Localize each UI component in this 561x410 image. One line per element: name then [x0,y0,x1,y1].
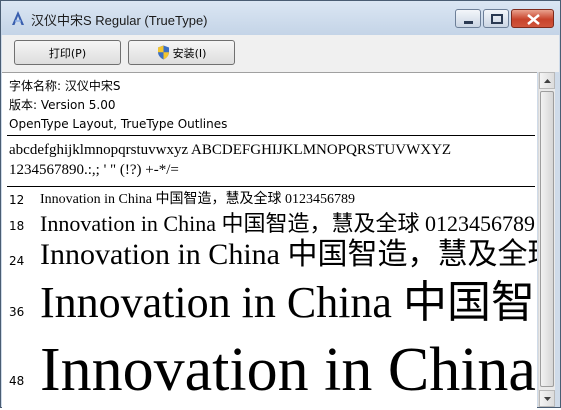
print-button[interactable]: 打印(P) [14,40,121,65]
font-version-line: 版本: Version 5.00 [9,98,116,112]
size-label: 12 [9,193,25,207]
font-info: 字体名称: 汉仪中宋S 版本: Version 5.00 OpenType La… [9,77,227,134]
scrollbar-thumb[interactable] [540,91,554,387]
minimize-icon [464,21,473,24]
shield-icon [157,45,169,60]
close-button[interactable] [511,9,554,28]
install-button-label: 安装(I) [172,46,207,60]
scroll-up-button[interactable] [539,72,555,89]
charset-symbols: 1234567890.:,; ' " (!?) +-*/= [9,162,179,178]
character-set: abcdefghijklmnopqrstuvwxyz ABCDEFGHIJKLM… [9,140,451,180]
sample-text: Innovation in China 中国智造，慧及全球 0123456789 [40,278,537,327]
maximize-icon [491,14,503,24]
sample-text: Innovation in China 中国智造，慧及全球 0123456789 [40,238,537,271]
divider [7,186,535,187]
font-name-line: 字体名称: 汉仪中宋S [9,79,121,93]
chevron-up-icon [544,79,551,83]
toolbar: 打印(P) 安装(I) [2,35,559,72]
sample-text: Innovation in China 中国智造，慧及全球 0123456789 [40,211,535,236]
size-label: 24 [9,254,25,268]
install-button[interactable]: 安装(I) [128,40,235,65]
close-icon [527,14,540,25]
chevron-down-icon [544,397,551,401]
minimize-button[interactable] [455,9,481,28]
size-label: 18 [9,219,25,233]
charset-letters: abcdefghijklmnopqrstuvwxyz ABCDEFGHIJKLM… [9,142,452,158]
window-title: 汉仪中宋S Regular (TrueType) [31,13,208,28]
sample-text: Innovation in China 中国智造，慧及全球 0123456789 [40,336,537,404]
font-viewer-window: 汉仪中宋S Regular (TrueType) 打印(P) 安装(I) 字体名… [0,0,561,408]
divider [7,135,535,136]
maximize-button[interactable] [483,9,509,28]
print-button-label: 打印(P) [48,46,87,60]
font-preview-pane: 字体名称: 汉仪中宋S 版本: Version 5.00 OpenType La… [2,72,537,408]
font-type-line: OpenType Layout, TrueType Outlines [9,117,228,131]
font-viewer-icon [12,11,24,25]
title-bar[interactable]: 汉仪中宋S Regular (TrueType) [1,1,560,35]
size-label: 48 [9,374,25,388]
size-label: 36 [9,305,25,319]
scroll-down-button[interactable] [539,390,555,407]
vertical-scrollbar[interactable] [538,72,555,407]
sample-text: Innovation in China 中国智造，慧及全球 0123456789 [40,192,355,207]
